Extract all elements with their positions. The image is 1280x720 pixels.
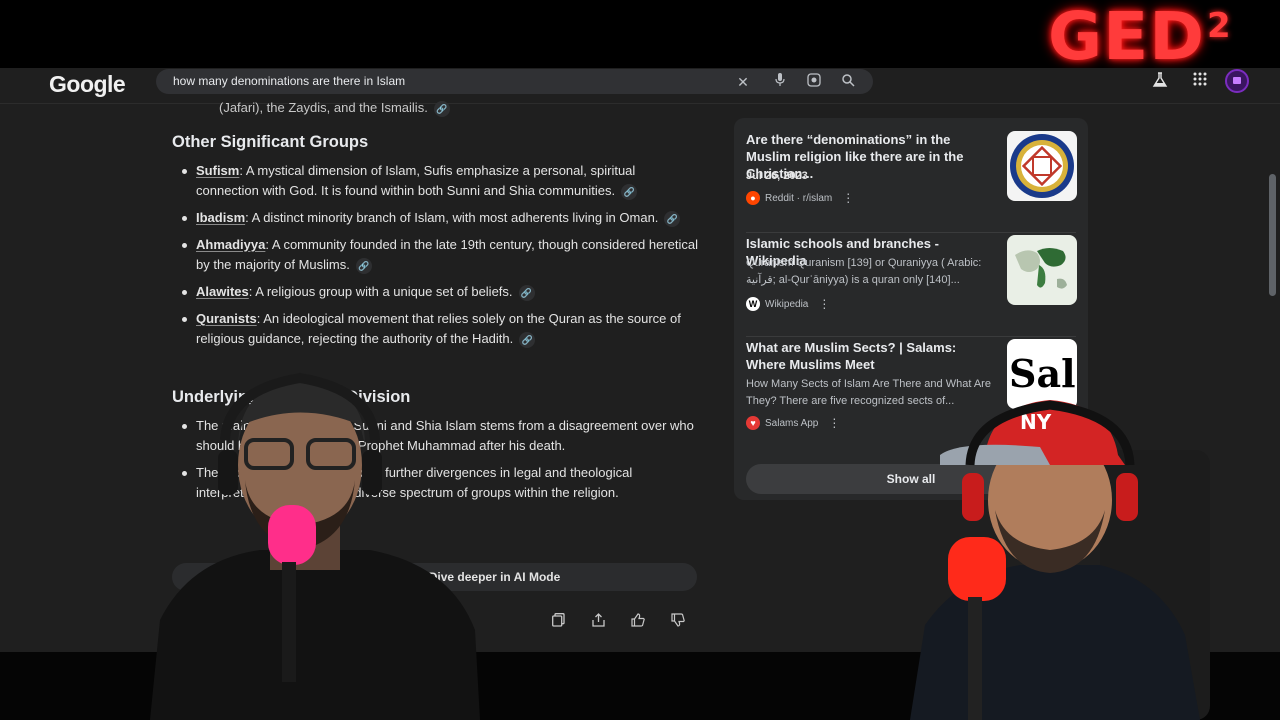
thumbnail-logo-text: Sal — [1009, 351, 1076, 396]
divider — [746, 336, 1076, 337]
list-item-text: : A community founded in the late 19th c… — [196, 237, 699, 272]
channel-logo-text: GED — [1048, 0, 1206, 75]
source-card[interactable]: What are Muslim Sects? | Salams: Where M… — [746, 339, 1077, 431]
search-header: Google how many denominations are there … — [0, 68, 1280, 104]
google-logo[interactable]: Google — [49, 71, 126, 98]
stream-top-bar: GED 2 — [0, 0, 1280, 75]
list-item-text: : A distinct minority branch of Islam, w… — [245, 210, 659, 225]
link-icon[interactable]: 🔗 — [664, 210, 681, 227]
search-input[interactable]: how many denominations are there in Isla… — [173, 74, 405, 88]
labs-flask-icon[interactable] — [1150, 72, 1170, 92]
divider — [746, 232, 1076, 233]
more-options-icon[interactable]: ⋮ — [828, 416, 840, 430]
more-options-icon[interactable]: ⋮ — [818, 297, 830, 311]
list-item: The main division between Sunni and Shia… — [180, 416, 700, 456]
source-name: Salams App — [765, 417, 819, 429]
reddit-icon: ● — [746, 191, 760, 205]
causes-list: The main division between Sunni and Shia… — [180, 416, 700, 510]
close-icon[interactable]: ✕ — [734, 73, 752, 91]
ai-mode-label: Dive deeper in AI Mode — [428, 570, 561, 584]
list-item: Quranists: An ideological movement that … — [180, 309, 700, 349]
source-name: Reddit · r/islam — [765, 192, 833, 204]
salams-icon: ♥ — [746, 416, 760, 430]
list-item: Sufism: A mystical dimension of Islam, S… — [180, 161, 700, 201]
link-icon[interactable]: 🔗 — [621, 183, 638, 200]
term-link[interactable]: Ahmadiyya — [196, 237, 265, 252]
previous-bullet-text: (Jafari), the Zaydis, and the Ismailis. — [219, 100, 428, 115]
account-avatar[interactable] — [1225, 69, 1249, 93]
stream-bottom-bar — [0, 652, 1280, 720]
list-item-text: : An ideological movement that relies so… — [196, 311, 681, 346]
ai-mode-button[interactable]: Dive deeper in AI Mode — [172, 563, 697, 591]
channel-logo-superscript: 2 — [1207, 6, 1231, 46]
sources-panel: Are there “denominations” in the Muslim … — [734, 118, 1088, 500]
show-all-button[interactable]: Show all — [746, 464, 1076, 494]
list-item: Alawites: A religious group with a uniqu… — [180, 282, 700, 302]
source-snippet: Quranism Quranism [139] or Quraniyya ( A… — [746, 257, 982, 286]
section-title-underlying-causes: Underlying Causes of Division — [172, 388, 411, 406]
search-icon[interactable] — [839, 73, 857, 91]
thumbs-up-icon[interactable] — [628, 612, 648, 632]
source-thumbnail[interactable] — [1007, 131, 1077, 201]
groups-list: Sufism: A mystical dimension of Islam, S… — [180, 161, 700, 356]
link-icon[interactable]: 🔗 — [433, 100, 450, 117]
source-title[interactable]: What are Muslim Sects? | Salams: Where M… — [746, 339, 998, 373]
link-icon[interactable]: 🔗 — [519, 331, 536, 348]
more-options-icon[interactable]: ⋮ — [842, 191, 854, 205]
previous-bullet-tail: (Jafari), the Zaydis, and the Ismailis. 🔗 — [219, 100, 450, 117]
list-item: These political differences led to furth… — [180, 463, 700, 503]
term-link[interactable]: Sufism — [196, 163, 239, 178]
wikipedia-icon: W — [746, 297, 760, 311]
copy-icon[interactable] — [548, 612, 568, 632]
link-icon[interactable]: 🔗 — [518, 284, 535, 301]
source-attribution: ♥ Salams App ⋮ — [746, 416, 840, 430]
term-link[interactable]: Ibadism — [196, 210, 245, 225]
source-name: Wikipedia — [765, 298, 809, 310]
list-item: Ahmadiyya: A community founded in the la… — [180, 235, 700, 275]
list-item-text: : A religious group with a unique set of… — [248, 284, 513, 299]
lens-icon[interactable] — [805, 73, 823, 91]
list-item-text: : A mystical dimension of Islam, Sufis e… — [196, 163, 636, 198]
source-attribution: ● Reddit · r/islam ⋮ — [746, 191, 854, 205]
scrollbar[interactable] — [1269, 174, 1276, 296]
results-content: (Jafari), the Zaydis, and the Ismailis. 🔗… — [0, 100, 1280, 652]
section-title-other-groups: Other Significant Groups — [172, 133, 369, 151]
source-thumbnail[interactable] — [1007, 235, 1077, 305]
thumbs-down-icon[interactable] — [668, 612, 688, 632]
source-card[interactable]: Are there “denominations” in the Muslim … — [746, 131, 1077, 223]
mic-icon[interactable] — [771, 73, 789, 91]
ai-disclaimer: AI responses may include mistakes. — [190, 614, 350, 625]
list-item: Ibadism: A distinct minority branch of I… — [180, 208, 700, 228]
source-attribution: W Wikipedia ⋮ — [746, 297, 830, 311]
share-icon[interactable] — [588, 612, 608, 632]
term-link[interactable]: Quranists — [196, 311, 257, 326]
term-link[interactable]: Alawites — [196, 284, 249, 299]
search-box[interactable]: how many denominations are there in Isla… — [156, 69, 873, 94]
browser-viewport: Google how many denominations are there … — [0, 68, 1280, 652]
channel-logo: GED 2 — [1048, 0, 1231, 75]
apps-grid-icon[interactable] — [1190, 72, 1210, 92]
source-snippet: How Many Sects of Islam Are There and Wh… — [746, 378, 991, 407]
link-icon[interactable]: 🔗 — [355, 257, 372, 274]
source-date: Jul 26, 2023 — [746, 170, 808, 182]
source-thumbnail[interactable]: Sal — [1007, 339, 1077, 409]
source-card[interactable]: Islamic schools and branches - Wikipedia… — [746, 235, 1077, 327]
